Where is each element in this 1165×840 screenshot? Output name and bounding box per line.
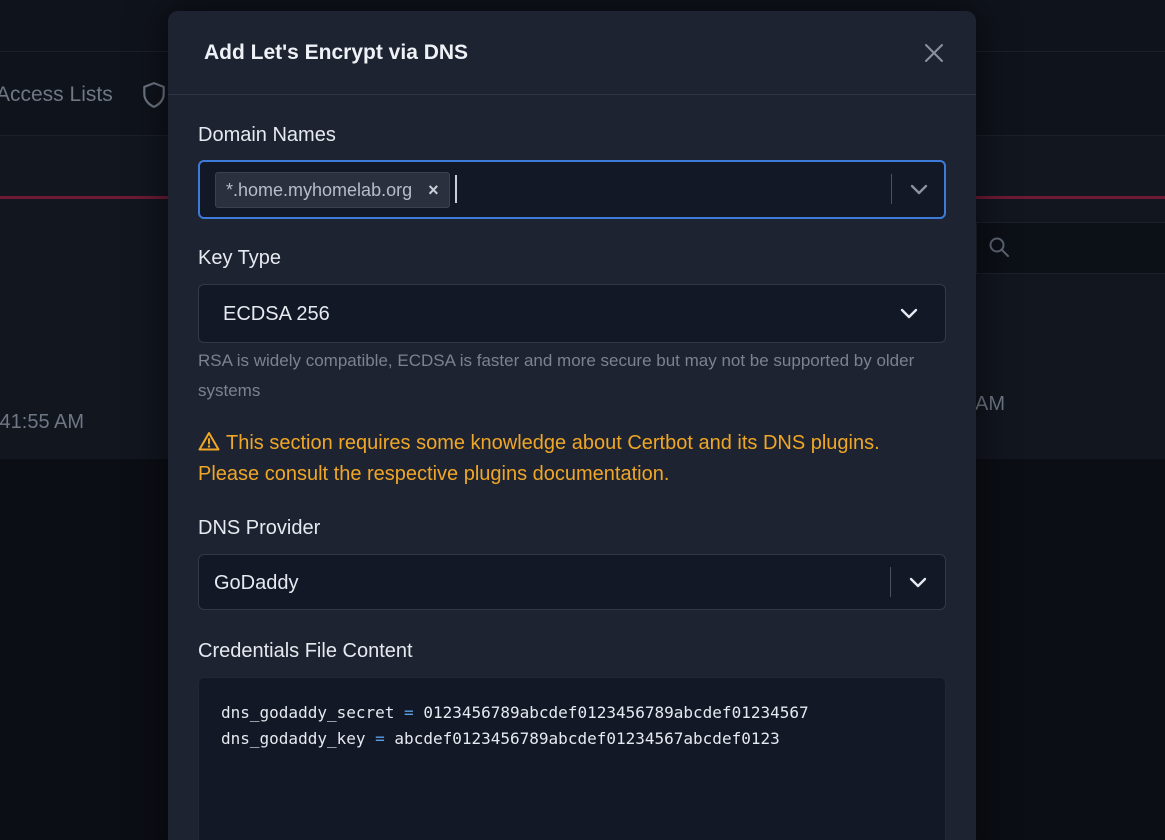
credential-equals: =: [404, 703, 414, 722]
background-timestamp: AM: [975, 393, 1005, 415]
credential-key: dns_godaddy_secret: [221, 703, 395, 722]
modal-header: Add Let's Encrypt via DNS: [168, 11, 976, 95]
dns-warning: This section requires some knowledge abo…: [198, 428, 946, 490]
credentials-line: dns_godaddy_secret = 0123456789abcdef012…: [221, 700, 923, 726]
add-certificate-modal: Add Let's Encrypt via DNS Domain Names *…: [168, 11, 976, 840]
warning-line-1: This section requires some knowledge abo…: [226, 432, 880, 454]
key-type-help-text: RSA is widely compatible, ECDSA is faste…: [198, 351, 915, 400]
chevron-down-icon: [900, 308, 918, 319]
domain-tag: *.home.myhomelab.org ×: [215, 172, 450, 208]
dns-provider-label: DNS Provider: [198, 517, 321, 539]
credential-equals: =: [375, 729, 385, 748]
credential-value: abcdef0123456789abcdef01234567abcdef0123: [394, 729, 780, 748]
shield-icon: [143, 82, 165, 108]
key-type-value: ECDSA 256: [223, 303, 330, 325]
domain-tag-label: *.home.myhomelab.org: [226, 179, 413, 200]
background-timestamp: :41:55 AM: [0, 411, 85, 433]
search-icon: [989, 237, 1009, 257]
remove-tag-icon[interactable]: ×: [428, 180, 439, 201]
warning-icon: [198, 432, 220, 451]
credentials-line: dns_godaddy_key = abcdef0123456789abcdef…: [221, 726, 923, 752]
dns-provider-value: GoDaddy: [214, 572, 299, 594]
chevron-down-icon[interactable]: [909, 184, 929, 196]
key-type-label: Key Type: [198, 247, 282, 269]
dns-provider-select[interactable]: GoDaddy: [198, 554, 946, 610]
warning-line-2: Please consult the respective plugins do…: [198, 463, 670, 485]
key-type-select[interactable]: ECDSA 256: [198, 284, 946, 343]
select-separator: [890, 567, 891, 597]
modal-title: Add Let's Encrypt via DNS: [204, 41, 469, 64]
domain-names-label: Domain Names: [198, 124, 336, 146]
credentials-label: Credentials File Content: [198, 640, 413, 662]
select-separator: [891, 174, 892, 204]
credential-key: dns_godaddy_key: [221, 729, 366, 748]
close-icon[interactable]: [922, 41, 946, 65]
credential-value: 0123456789abcdef0123456789abcdef01234567: [423, 703, 809, 722]
chevron-down-icon[interactable]: [908, 577, 928, 589]
nav-access-lists[interactable]: Access Lists: [0, 83, 113, 107]
text-caret: [455, 175, 457, 203]
credentials-textarea[interactable]: dns_godaddy_secret = 0123456789abcdef012…: [198, 677, 946, 840]
domain-names-input[interactable]: *.home.myhomelab.org ×: [198, 160, 946, 219]
